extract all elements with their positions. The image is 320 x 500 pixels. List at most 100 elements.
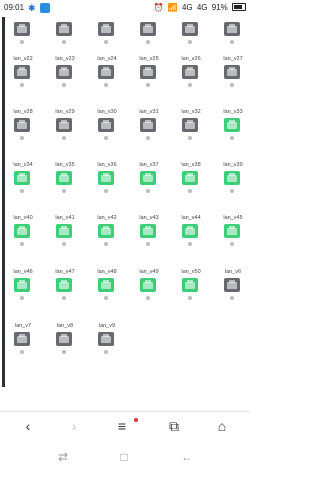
port-item[interactable] xyxy=(8,17,38,48)
port-item[interactable]: lan_v41 xyxy=(50,214,80,250)
menu-icon[interactable]: ≡ xyxy=(112,416,132,436)
port-label: lan_v50 xyxy=(181,269,201,275)
port-status-dot xyxy=(62,350,66,354)
port-label: lan_v49 xyxy=(139,269,159,275)
port-status-dot xyxy=(188,40,192,44)
port-label xyxy=(50,17,80,21)
port-status-dot xyxy=(188,189,192,193)
port-status-dot xyxy=(62,296,66,300)
port-item[interactable]: lan_v47 xyxy=(50,268,80,304)
ethernet-port-icon xyxy=(56,22,72,36)
port-item[interactable]: lan_v35 xyxy=(50,161,80,197)
ethernet-port-icon xyxy=(140,224,156,238)
port-status-dot xyxy=(104,83,108,87)
port-label: lan_v31 xyxy=(139,109,159,115)
port-label: lan_v8 xyxy=(56,323,74,329)
port-item[interactable]: lan_v36 xyxy=(92,161,122,197)
port-item[interactable]: lan_v42 xyxy=(92,214,122,250)
port-item[interactable] xyxy=(176,17,206,48)
home-icon[interactable]: ⌂ xyxy=(212,416,232,436)
port-item[interactable] xyxy=(218,17,248,48)
port-label: lan_v25 xyxy=(139,56,159,62)
port-item[interactable]: lan_v22 xyxy=(8,55,38,91)
ethernet-port-icon xyxy=(56,171,72,185)
ethernet-port-icon xyxy=(98,171,114,185)
port-status-dot xyxy=(230,136,234,140)
port-label: lan_v26 xyxy=(181,56,201,62)
battery-percent: 91% xyxy=(211,3,228,12)
ethernet-port-icon xyxy=(14,171,30,185)
ethernet-port-icon xyxy=(182,224,198,238)
port-item[interactable]: lan_v46 xyxy=(8,268,38,304)
ethernet-port-icon xyxy=(14,118,30,132)
port-item[interactable]: lan_v38 xyxy=(176,161,206,197)
port-item[interactable]: lan_v8 xyxy=(50,322,80,358)
ethernet-port-icon xyxy=(140,65,156,79)
port-item[interactable]: lan_v45 xyxy=(218,214,248,250)
port-status-dot xyxy=(20,189,24,193)
port-item[interactable]: lan_v31 xyxy=(134,108,164,144)
port-status-dot xyxy=(146,83,150,87)
port-item[interactable]: lan_v27 xyxy=(218,55,248,91)
system-back-icon[interactable]: ← xyxy=(178,448,196,466)
tabs-icon[interactable]: ⧉ xyxy=(164,416,184,436)
status-time: 09:01 xyxy=(4,3,25,12)
back-arrow-icon[interactable]: ‹ xyxy=(18,416,38,436)
ethernet-port-icon xyxy=(224,118,240,132)
port-item[interactable]: lan_v9 xyxy=(92,322,122,358)
port-item[interactable] xyxy=(92,17,122,48)
port-status-dot xyxy=(104,350,108,354)
network-4g-1: 4G xyxy=(181,3,193,12)
port-item[interactable]: lan_v25 xyxy=(134,55,164,91)
port-item[interactable]: lan_v6 xyxy=(218,268,248,304)
ethernet-port-icon xyxy=(14,22,30,36)
port-item[interactable]: lan_v24 xyxy=(92,55,122,91)
port-item[interactable]: lan_v37 xyxy=(134,161,164,197)
port-item[interactable]: lan_v7 xyxy=(8,322,38,358)
port-item[interactable] xyxy=(50,17,80,48)
ethernet-port-icon xyxy=(98,224,114,238)
port-item[interactable]: lan_v34 xyxy=(8,161,38,197)
port-status-dot xyxy=(62,136,66,140)
port-label: lan_v6 xyxy=(224,269,242,275)
status-bar: 09:01 ✱ ⏰ 📶 4G 4G 91% xyxy=(0,0,250,16)
port-item[interactable]: lan_v40 xyxy=(8,214,38,250)
port-item[interactable]: lan_v49 xyxy=(134,268,164,304)
port-item[interactable]: lan_v39 xyxy=(218,161,248,197)
port-item[interactable] xyxy=(134,17,164,48)
ethernet-port-icon xyxy=(98,118,114,132)
port-label xyxy=(134,17,164,21)
port-item[interactable]: lan_v48 xyxy=(92,268,122,304)
port-item[interactable]: lan_v43 xyxy=(134,214,164,250)
port-item[interactable]: lan_v28 xyxy=(8,108,38,144)
port-item[interactable]: lan_v33 xyxy=(218,108,248,144)
port-status-dot xyxy=(146,136,150,140)
switch-app-icon[interactable]: ⇄ xyxy=(54,448,72,466)
alarm-icon: ⏰ xyxy=(153,3,164,12)
port-item[interactable]: lan_v50 xyxy=(176,268,206,304)
port-item[interactable]: lan_v32 xyxy=(176,108,206,144)
forward-arrow-icon[interactable]: › xyxy=(64,416,84,436)
port-status-dot xyxy=(146,189,150,193)
port-item[interactable]: lan_v26 xyxy=(176,55,206,91)
port-status-dot xyxy=(104,296,108,300)
port-label: lan_v48 xyxy=(97,269,117,275)
battery-icon xyxy=(232,3,246,11)
port-item[interactable]: lan_v44 xyxy=(176,214,206,250)
port-label: lan_v46 xyxy=(13,269,33,275)
port-status-dot xyxy=(20,40,24,44)
port-label: lan_v35 xyxy=(55,162,75,168)
ethernet-port-icon xyxy=(98,22,114,36)
port-item[interactable]: lan_v30 xyxy=(92,108,122,144)
port-status-dot xyxy=(104,40,108,44)
port-label: lan_v30 xyxy=(97,109,117,115)
port-label xyxy=(92,17,122,21)
port-status-dot xyxy=(188,296,192,300)
port-label: lan_v24 xyxy=(97,56,117,62)
port-item[interactable]: lan_v29 xyxy=(50,108,80,144)
port-status-dot xyxy=(20,83,24,87)
ethernet-port-icon xyxy=(224,171,240,185)
port-item[interactable]: lan_v23 xyxy=(50,55,80,91)
status-right: ⏰ 📶 4G 4G 91% xyxy=(152,0,246,16)
home-square-icon[interactable]: □ xyxy=(115,448,133,466)
